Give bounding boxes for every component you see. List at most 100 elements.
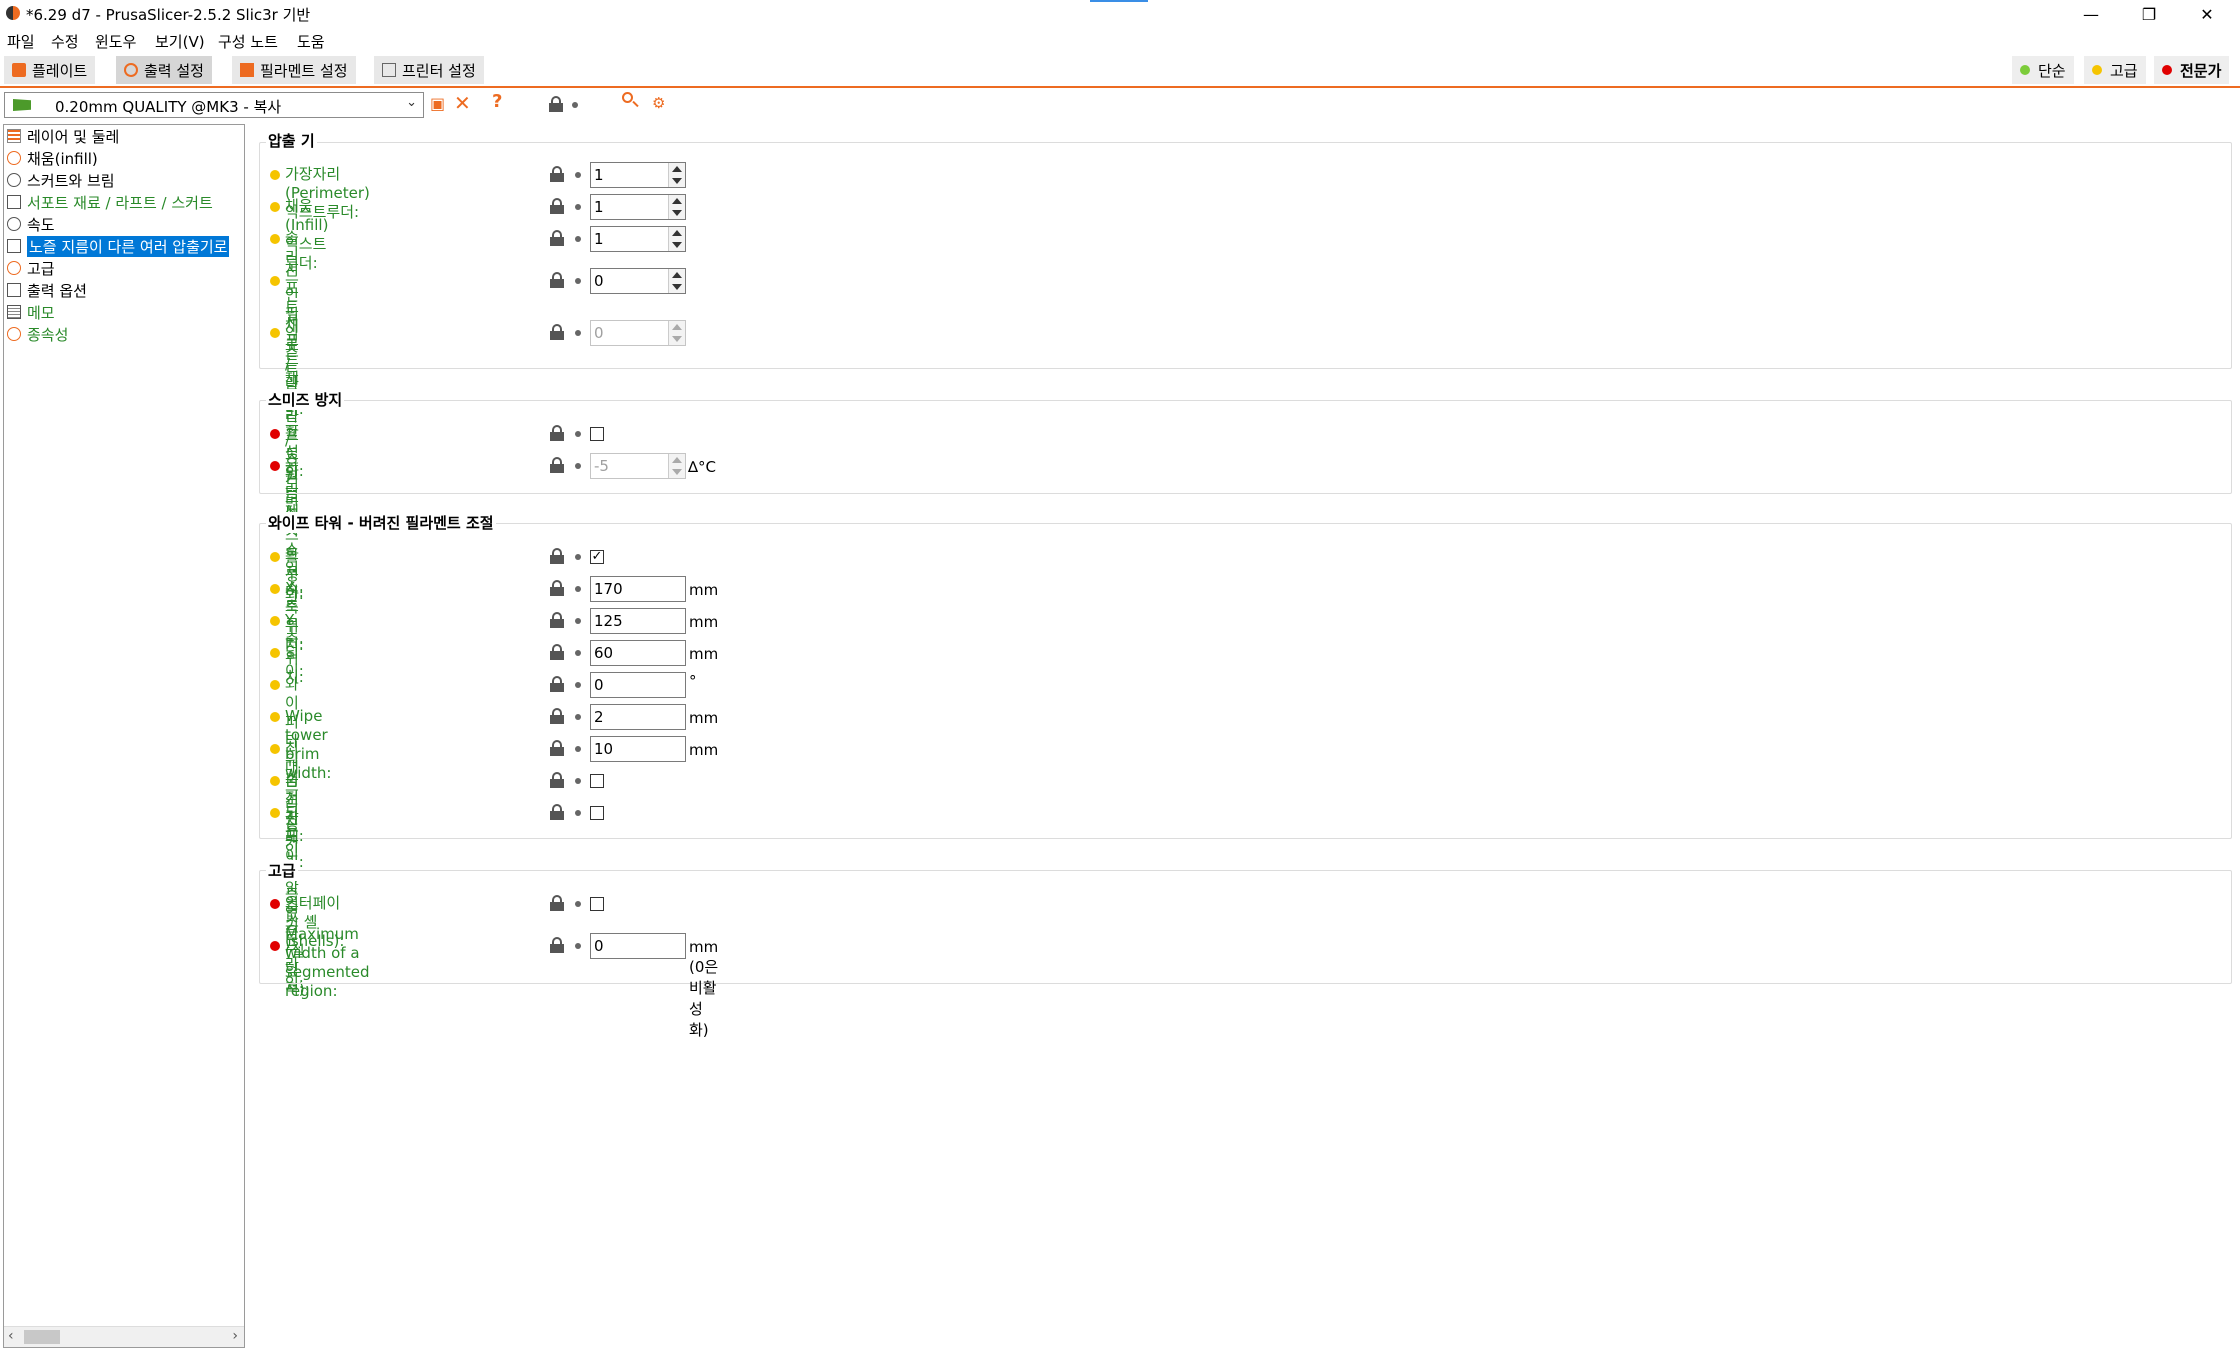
tab-filament-settings[interactable]: 필라멘트 설정 <box>232 56 356 84</box>
tab-printer-settings[interactable]: 프린터 설정 <box>374 56 484 84</box>
lock-icon[interactable] <box>550 612 564 628</box>
spin-buttons[interactable] <box>668 454 685 478</box>
save-icon[interactable]: ▣ <box>430 94 445 113</box>
chevron-left-icon[interactable]: ‹ <box>8 1328 14 1344</box>
ooze-temp-spinner[interactable]: -5 <box>590 453 686 479</box>
lock-icon[interactable] <box>550 166 564 182</box>
solid-infill-extruder-spinner[interactable]: 1 <box>590 226 686 252</box>
system-dot-icon <box>575 554 581 560</box>
minimize-button[interactable]: — <box>2062 0 2120 28</box>
compare-icon[interactable]: ⚙ <box>652 94 665 112</box>
sidebar-item-multiple-extruders[interactable]: 노즐 지름이 다른 여러 압출기로 <box>7 235 230 257</box>
advanced-mode-icon <box>270 744 280 754</box>
wipe-width-input[interactable]: 60 <box>590 640 686 666</box>
lock-icon[interactable] <box>550 708 564 724</box>
chevron-right-icon[interactable]: › <box>232 1328 238 1344</box>
tab-plater[interactable]: 플레이트 <box>4 56 96 84</box>
sidebar-item-advanced[interactable]: 고급 <box>7 257 55 279</box>
wipe-brim-value: 2 <box>594 708 604 726</box>
lock-icon[interactable] <box>550 457 564 473</box>
lock-icon[interactable] <box>550 644 564 660</box>
wipe-rotation-value: 0 <box>594 676 604 694</box>
wipe-bridge-value: 10 <box>594 740 614 758</box>
sidebar-item-label: 노즐 지름이 다른 여러 압출기로 <box>27 235 230 257</box>
lock-icon[interactable] <box>550 272 564 288</box>
scroll-thumb[interactable] <box>24 1330 60 1344</box>
wipe-rotation-unit: ° <box>689 672 697 690</box>
sidebar-item-dependencies[interactable]: 종속성 <box>7 323 68 345</box>
lock-icon[interactable] <box>550 230 564 246</box>
mode-advanced[interactable]: 고급 <box>2084 56 2146 84</box>
wipe-x-unit: mm <box>689 581 719 599</box>
sidebar-item-speed[interactable]: 속도 <box>7 213 55 235</box>
sidebar-item-skirt-brim[interactable]: 스커트와 브림 <box>7 169 115 191</box>
sidebar-item-label: 서포트 재료 / 라프트 / 스커트 <box>27 193 213 212</box>
menu-window[interactable]: 윈도우 <box>95 31 136 52</box>
menu-edit[interactable]: 수정 <box>51 31 79 52</box>
tab-bar: 플레이트 출력 설정 필라멘트 설정 프린터 설정 단순 고급 전문가 <box>0 54 2240 88</box>
lock-icon[interactable] <box>550 676 564 692</box>
lock-icon[interactable] <box>550 580 564 596</box>
sidebar-scrollbar[interactable]: ‹ › <box>4 1326 244 1347</box>
system-dot-icon <box>572 102 578 108</box>
sidebar-item-notes[interactable]: 메모 <box>7 301 55 323</box>
wipe-prime-checkbox[interactable] <box>590 806 604 820</box>
menu-help[interactable]: 도움 <box>297 31 325 52</box>
lock-icon[interactable] <box>549 96 563 112</box>
wipe-enable-checkbox[interactable]: ✓ <box>590 550 604 564</box>
spin-buttons[interactable] <box>668 269 685 293</box>
wipe-rotation-input[interactable]: 0 <box>590 672 686 698</box>
sidebar-item-layers[interactable]: 레이어 및 둘레 <box>7 125 119 147</box>
help-icon[interactable]: ? <box>492 91 502 112</box>
lock-icon[interactable] <box>550 895 564 911</box>
spin-buttons[interactable] <box>668 163 685 187</box>
menu-file[interactable]: 파일 <box>7 31 35 52</box>
lock-icon[interactable] <box>550 937 564 953</box>
system-dot-icon <box>575 618 581 624</box>
wipe-y-input[interactable]: 125 <box>590 608 686 634</box>
system-dot-icon <box>575 463 581 469</box>
wipe-width-unit: mm <box>689 645 719 663</box>
advanced-mode-icon <box>270 552 280 562</box>
preset-combo[interactable]: 0.20mm QUALITY @MK3 - 복사 ⌄ <box>4 92 424 118</box>
search-icon[interactable] <box>622 92 639 108</box>
spin-buttons[interactable] <box>668 227 685 251</box>
close-button[interactable]: ✕ <box>2178 0 2236 28</box>
ooze-enable-checkbox[interactable] <box>590 427 604 441</box>
system-dot-icon <box>575 810 581 816</box>
system-dot-icon <box>575 650 581 656</box>
sidebar-item-output[interactable]: 출력 옵션 <box>7 279 87 301</box>
perimeter-extruder-spinner[interactable]: 1 <box>590 162 686 188</box>
sidebar-item-infill[interactable]: 채움(infill) <box>7 147 98 169</box>
tab-print-settings[interactable]: 출력 설정 <box>116 56 212 84</box>
sidebar-item-support[interactable]: 서포트 재료 / 라프트 / 스커트 <box>7 191 213 213</box>
lock-icon[interactable] <box>550 804 564 820</box>
lock-icon[interactable] <box>550 198 564 214</box>
spin-buttons[interactable] <box>668 195 685 219</box>
lock-icon[interactable] <box>550 740 564 756</box>
lock-icon[interactable] <box>550 425 564 441</box>
spin-buttons[interactable] <box>668 321 685 345</box>
menu-config[interactable]: 구성 노트 <box>218 31 278 52</box>
mode-simple[interactable]: 단순 <box>2012 56 2074 84</box>
infill-extruder-spinner[interactable]: 1 <box>590 194 686 220</box>
lock-icon[interactable] <box>550 324 564 340</box>
lock-icon[interactable] <box>550 548 564 564</box>
wipe-bridge-input[interactable]: 10 <box>590 736 686 762</box>
support-extruder-spinner[interactable]: 0 <box>590 268 686 294</box>
wipe-x-input[interactable]: 170 <box>590 576 686 602</box>
solid-infill-extruder-value: 1 <box>594 230 604 248</box>
system-dot-icon <box>575 778 581 784</box>
tab-printer-settings-label: 프린터 설정 <box>402 61 476 80</box>
restore-button[interactable]: ❐ <box>2120 0 2178 28</box>
segmented-width-input[interactable]: 0 <box>590 933 686 959</box>
mode-expert[interactable]: 전문가 <box>2154 56 2230 84</box>
interface-shells-checkbox[interactable] <box>590 897 604 911</box>
wipe-sparse-checkbox[interactable] <box>590 774 604 788</box>
lock-icon[interactable] <box>550 772 564 788</box>
wipe-brim-input[interactable]: 2 <box>590 704 686 730</box>
support-interface-extruder-spinner[interactable]: 0 <box>590 320 686 346</box>
menu-view[interactable]: 보기(V) <box>155 31 205 52</box>
wrench-icon <box>7 261 21 275</box>
delete-icon[interactable]: ✕ <box>454 91 471 115</box>
